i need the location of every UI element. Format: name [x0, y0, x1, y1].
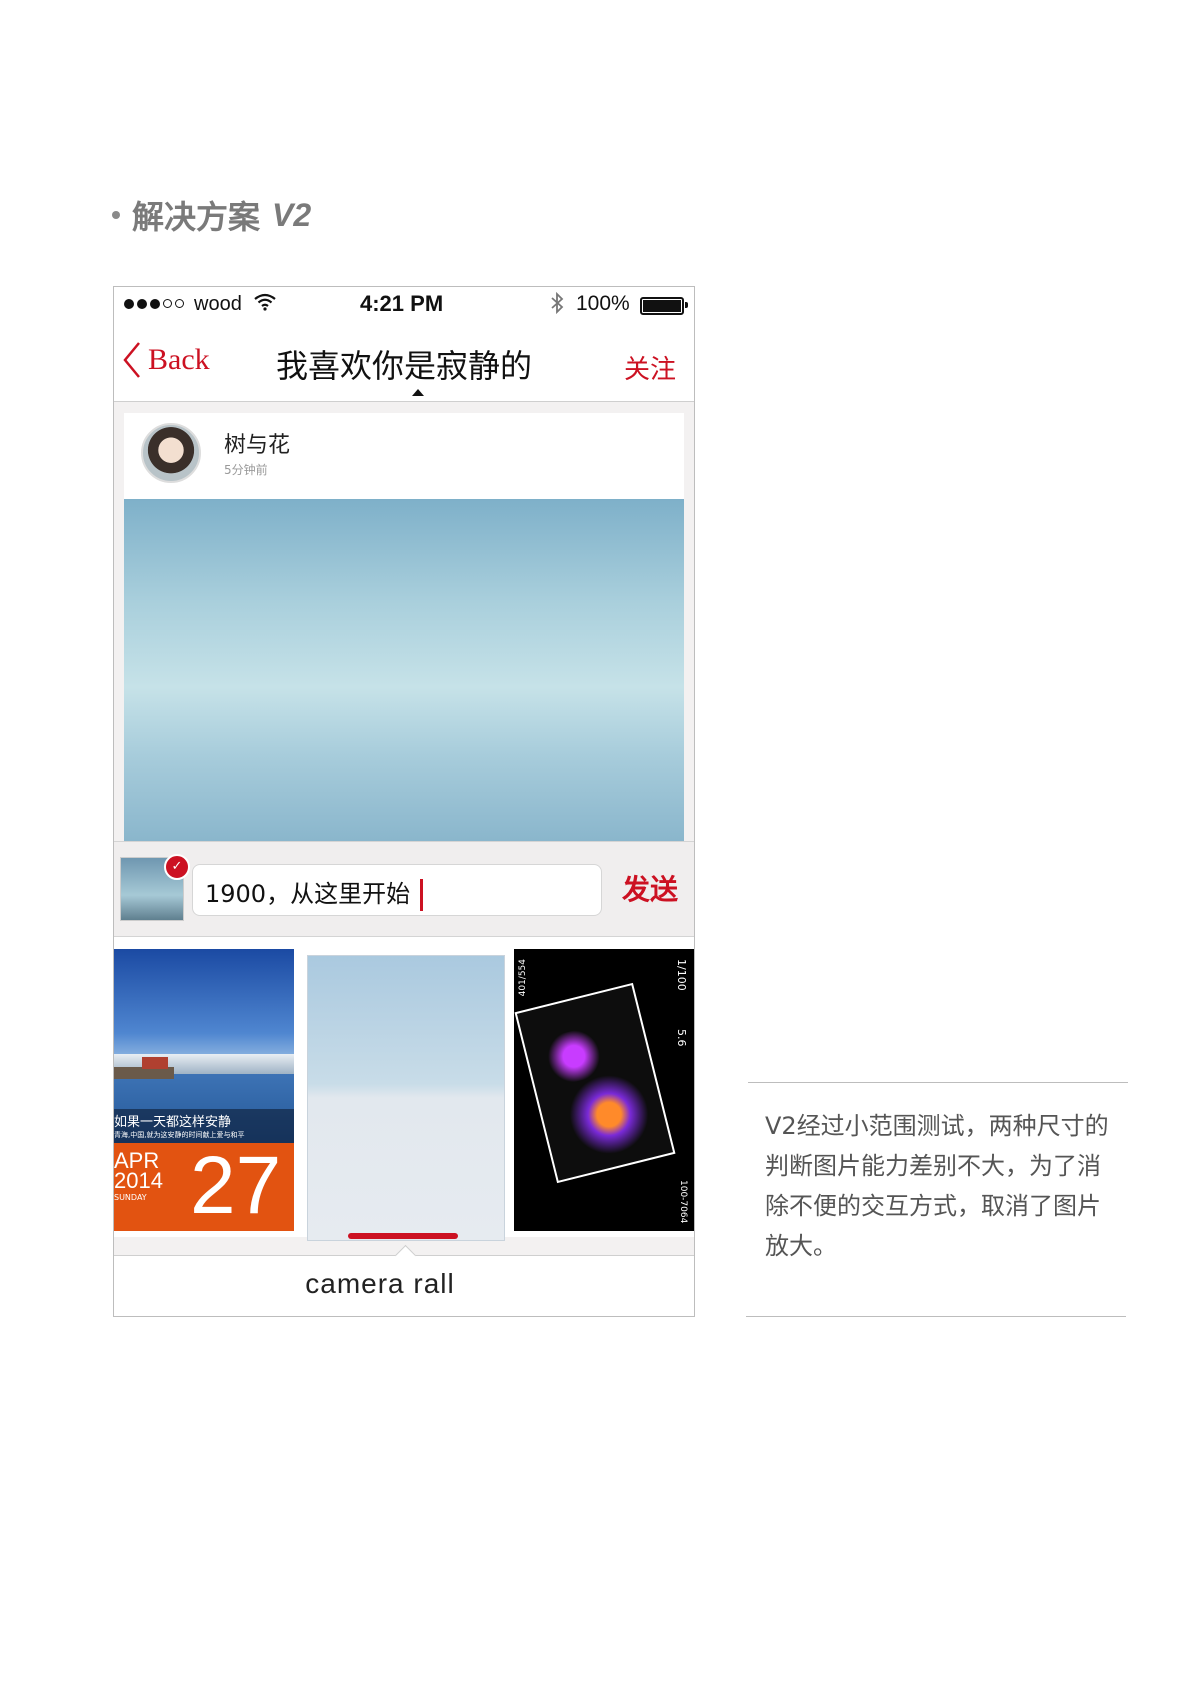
concert-photo-frame [514, 982, 676, 1184]
page-title[interactable]: 我喜欢你是寂静的 [114, 341, 694, 387]
wifi-icon [254, 293, 276, 315]
camera-roll-bar[interactable]: camera rall [114, 1244, 694, 1316]
calendar-day: 27 [190, 1140, 282, 1231]
follow-button[interactable]: 关注 [624, 349, 676, 386]
post-card: 树与花 5分钟前 [124, 413, 684, 841]
post-photo[interactable] [124, 499, 684, 841]
battery-percent: 100% [576, 292, 630, 315]
post-username[interactable]: 树与花 [224, 427, 290, 459]
photo-counter: 401/554 [518, 959, 528, 997]
notch-icon [394, 1244, 417, 1267]
note-divider-bottom [746, 1316, 1126, 1317]
avatar[interactable] [141, 423, 201, 483]
comment-input-text: 1900，从这里开始 [205, 874, 424, 911]
calendar-weekday: SUNDAY [114, 1193, 147, 1202]
photo-caption: 如果一天都这样安静 [114, 1115, 232, 1130]
photo-aperture: 5.6 [675, 1029, 688, 1047]
text-cursor [420, 879, 424, 911]
bullet-icon [112, 211, 120, 219]
heading-version: V2 [272, 196, 312, 233]
camera-roll-photo-concert[interactable]: 1/100 5.6 100-7064 401/554 [514, 949, 694, 1231]
camera-roll-photo-sky[interactable] [307, 955, 505, 1241]
status-bar: wood 4:21 PM 100% [114, 287, 694, 321]
check-icon: ✓ [164, 854, 190, 880]
comment-input[interactable]: 1900，从这里开始 [192, 864, 602, 916]
camera-roll-strip: 如果一天都这样安静 青海,中国,就为这安静的时间献上爱与和平 APR 2014 … [114, 937, 694, 1241]
battery-icon [640, 297, 688, 315]
photo-frame-number: 100-7064 [678, 1179, 688, 1223]
camera-roll-photo-calendar[interactable]: 如果一天都这样安静 青海,中国,就为这安静的时间献上爱与和平 APR 2014 … [114, 949, 294, 1231]
section-heading: 解决方案 V2 [112, 192, 311, 238]
send-button[interactable]: 发送 [622, 868, 678, 908]
caret-up-icon [412, 389, 424, 396]
note-divider-top [748, 1082, 1128, 1083]
photo-shutter: 1/100 [675, 959, 688, 991]
post-timestamp: 5分钟前 [224, 463, 268, 477]
phone-mockup: wood 4:21 PM 100% Back 我喜欢你是寂静的 关注 树与花 5… [113, 286, 695, 1317]
heading-text: 解决方案 [132, 198, 261, 236]
carrier-name: wood [194, 293, 242, 315]
side-note: V2经过小范围测试，两种尺寸的判断图片能力差别不大，为了消除不便的交互方式，取消… [765, 1112, 1109, 1260]
selection-indicator [348, 1233, 458, 1239]
comment-composer: ✓ 1900，从这里开始 发送 [114, 841, 694, 937]
nav-bar: Back 我喜欢你是寂静的 关注 [114, 321, 694, 402]
bluetooth-icon [550, 291, 564, 319]
calendar-year: 2014 [114, 1168, 163, 1193]
photo-caption-sub: 青海,中国,就为这安静的时间献上爱与和平 [114, 1131, 245, 1139]
signal-icon [124, 299, 184, 309]
clock: 4:21 PM [360, 291, 444, 316]
camera-roll-label: camera rall [305, 1268, 455, 1299]
